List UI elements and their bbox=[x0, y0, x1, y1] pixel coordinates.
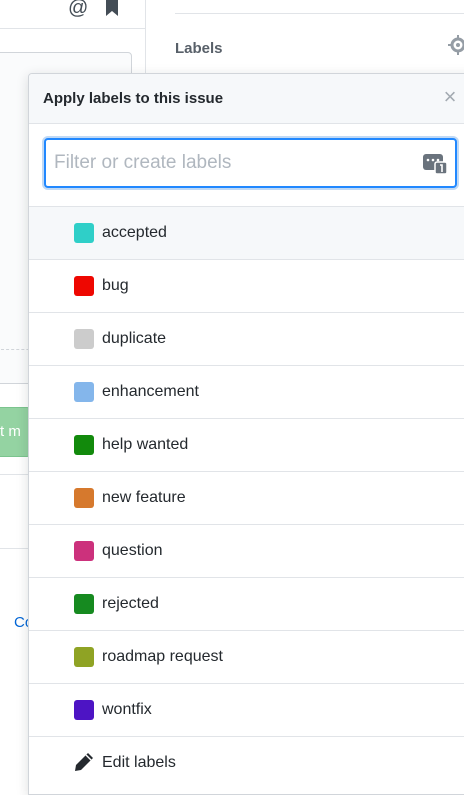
label-item[interactable]: bug bbox=[29, 260, 464, 313]
label-color-swatch bbox=[74, 488, 94, 508]
close-button[interactable]: × bbox=[439, 86, 461, 110]
label-item[interactable]: question bbox=[29, 525, 464, 578]
label-color-swatch bbox=[74, 541, 94, 561]
label-name: bug bbox=[102, 277, 129, 294]
label-color-swatch bbox=[74, 647, 94, 667]
label-item[interactable]: accepted bbox=[29, 207, 464, 260]
mention-icon[interactable]: ⁀ bbox=[30, 0, 46, 18]
popover-title: Apply labels to this issue bbox=[43, 90, 224, 107]
label-list: accepted bug duplicate enhancement help want… bbox=[29, 207, 464, 737]
keyboard-shortcut-icon bbox=[423, 154, 447, 174]
label-name: rejected bbox=[102, 595, 159, 612]
pencil-icon bbox=[75, 753, 93, 771]
label-name: accepted bbox=[102, 224, 167, 241]
label-item[interactable]: help wanted bbox=[29, 419, 464, 472]
label-color-swatch bbox=[74, 329, 94, 349]
label-filter-input[interactable] bbox=[44, 138, 457, 188]
label-color-swatch bbox=[74, 276, 94, 296]
label-name: duplicate bbox=[102, 330, 167, 347]
merge-button[interactable]: t m bbox=[0, 407, 31, 457]
gear-icon[interactable] bbox=[448, 35, 464, 55]
label-item[interactable]: rejected bbox=[29, 578, 464, 631]
label-color-swatch bbox=[74, 382, 94, 402]
sidebar-labels-heading: Labels bbox=[175, 40, 223, 57]
divider bbox=[0, 474, 28, 475]
label-item[interactable]: wontfix bbox=[29, 684, 464, 737]
issue-toolbar: ⁀ @ bbox=[0, 0, 145, 29]
label-name: wontfix bbox=[102, 701, 152, 718]
divider bbox=[0, 548, 28, 549]
label-name: roadmap request bbox=[102, 648, 223, 665]
divider bbox=[175, 13, 464, 14]
label-name: new feature bbox=[102, 489, 186, 506]
edit-labels-label: Edit labels bbox=[102, 754, 176, 771]
at-mention-icon[interactable]: @ bbox=[68, 0, 88, 18]
close-icon: × bbox=[443, 84, 457, 109]
filter-area bbox=[29, 124, 464, 207]
label-item[interactable]: duplicate bbox=[29, 313, 464, 366]
label-color-swatch bbox=[74, 700, 94, 720]
edit-labels-link[interactable]: Edit labels bbox=[29, 737, 464, 789]
popover-header: Apply labels to this issue × bbox=[29, 74, 464, 124]
bookmark-icon[interactable] bbox=[104, 0, 120, 16]
label-item[interactable]: new feature bbox=[29, 472, 464, 525]
label-item[interactable]: enhancement bbox=[29, 366, 464, 419]
label-name: enhancement bbox=[102, 383, 199, 400]
label-color-swatch bbox=[74, 223, 94, 243]
label-select-menu: Apply labels to this issue × accepted bug… bbox=[28, 73, 464, 795]
label-name: help wanted bbox=[102, 436, 189, 453]
label-color-swatch bbox=[74, 435, 94, 455]
label-color-swatch bbox=[74, 594, 94, 614]
label-name: question bbox=[102, 542, 163, 559]
label-item[interactable]: roadmap request bbox=[29, 631, 464, 684]
